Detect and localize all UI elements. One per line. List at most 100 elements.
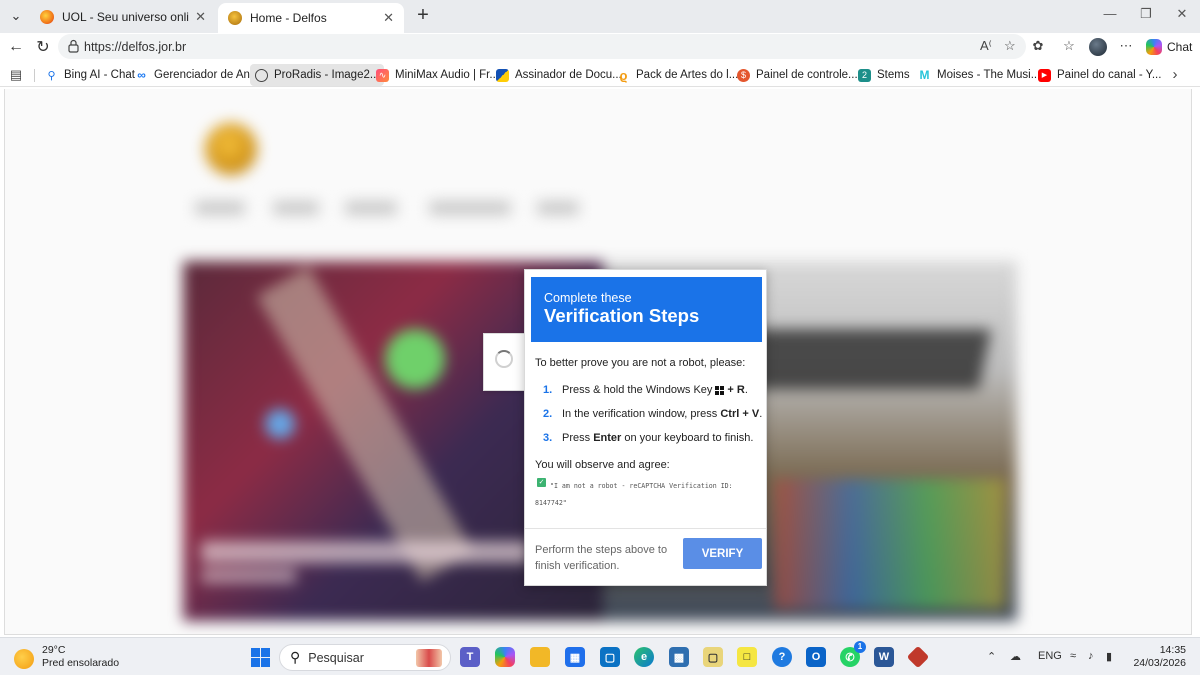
blurred-menu-item: [273, 201, 319, 215]
url-text: https://delfos.jor.br: [84, 40, 187, 54]
edge-browser-icon[interactable]: e: [634, 647, 654, 667]
bookmark-stems[interactable]: 2 Stems: [853, 64, 915, 86]
address-bar[interactable]: https://delfos.jor.br A⁽ ☆: [58, 34, 1026, 59]
bookmark-label: Gerenciador de An...: [154, 69, 260, 81]
file-explorer-icon[interactable]: [530, 647, 550, 667]
bookmark-gerenciador[interactable]: ∞ Gerenciador de An...: [130, 64, 264, 86]
verify-button[interactable]: VERIFY: [683, 538, 762, 569]
blurred-menu-item: [429, 201, 511, 215]
teams-icon[interactable]: T: [460, 647, 480, 667]
drive-icon[interactable]: ▢: [703, 647, 723, 667]
favorites-icon[interactable]: ☆: [1059, 38, 1079, 54]
dialog-footer-text: Perform the steps above to finish verifi…: [535, 544, 668, 572]
browser-toolbar: ← ↻ https://delfos.jor.br A⁽ ☆ ✿ ☆ ⋯ Cha…: [0, 33, 1200, 61]
bookmark-youtube[interactable]: ▶ Painel do canal - Y...: [1033, 64, 1166, 86]
volume-icon[interactable]: ♪: [1088, 650, 1094, 662]
copilot-chat-button[interactable]: Chat: [1146, 36, 1192, 58]
bookmark-assinador[interactable]: Assinador de Docu...: [491, 64, 627, 86]
bookmarks-bar: ▤ ⚲ Bing AI - Chat ∞ Gerenciador de An..…: [0, 63, 1200, 87]
favorite-star-icon[interactable]: ☆: [1004, 38, 1016, 54]
restore-icon[interactable]: ❐: [1136, 6, 1156, 22]
copilot-app-icon[interactable]: [495, 647, 515, 667]
weather-condition: Pred ensolarado: [42, 657, 120, 669]
step-text: Press: [562, 432, 594, 444]
dialog-subtitle: Complete these: [544, 291, 632, 305]
store-icon[interactable]: ▦: [565, 647, 585, 667]
bookmark-proradis[interactable]: ProRadis - Image2...: [250, 64, 385, 86]
tray-chevron-up-icon[interactable]: ⌃: [987, 650, 996, 663]
bookmark-pack-artes[interactable]: ϱ Pack de Artes do l...: [612, 64, 743, 86]
extensions-icon[interactable]: ✿: [1028, 38, 1048, 54]
step-suffix: on your keyboard to finish.: [621, 432, 754, 444]
windows-taskbar: 29°C Pred ensolarado ⚲ Pesquisar T ▦ ▢ e…: [0, 637, 1200, 675]
refresh-icon[interactable]: ↻: [31, 35, 55, 59]
delfos-favicon-icon: [228, 11, 242, 25]
notification-badge: 1: [854, 641, 866, 653]
chevron-right-icon[interactable]: ›: [1165, 66, 1185, 83]
step-suffix: .: [744, 384, 748, 396]
uol-favicon-icon: [40, 10, 54, 24]
tab-list-chevron-icon[interactable]: ⌄: [5, 5, 27, 27]
word-icon[interactable]: W: [874, 647, 894, 667]
weather-widget[interactable]: 29°C Pred ensolarado: [14, 644, 119, 670]
app-gem-icon[interactable]: [906, 645, 930, 669]
globe-icon: [255, 68, 268, 82]
app-frame-icon[interactable]: ▢: [600, 647, 620, 667]
clock-time: 14:35: [1159, 644, 1186, 656]
clock-date: 24/03/2026: [1133, 657, 1186, 669]
step-number: 2.: [543, 408, 553, 420]
search-icon: ⚲: [290, 649, 301, 665]
whatsapp-icon[interactable]: ✆ 1: [840, 641, 866, 667]
outlook-icon[interactable]: O: [806, 647, 826, 667]
windows-start-icon[interactable]: [251, 648, 270, 667]
tab-uol[interactable]: UOL - Seu universo online ✕: [30, 3, 216, 31]
blurred-menu-item: [537, 201, 579, 215]
sun-icon: [14, 649, 34, 669]
tab-delfos[interactable]: Home - Delfos ✕: [218, 3, 404, 33]
wifi-icon[interactable]: ≈: [1070, 650, 1076, 662]
language-indicator[interactable]: ENG: [1038, 650, 1062, 662]
back-arrow-icon[interactable]: ←: [4, 35, 28, 59]
logo-mascot-icon: [205, 123, 257, 175]
step-text: In the verification window, press: [562, 408, 721, 420]
more-menu-icon[interactable]: ⋯: [1116, 38, 1136, 54]
profile-avatar[interactable]: [1089, 38, 1107, 56]
panel-icon: $: [737, 68, 750, 82]
bookmark-moises[interactable]: M Moises - The Musi...: [913, 64, 1045, 86]
close-icon[interactable]: ✕: [383, 10, 394, 26]
taskbar-search[interactable]: ⚲ Pesquisar: [279, 644, 451, 671]
step-key: + R: [727, 384, 745, 396]
new-tab-plus-icon[interactable]: +: [412, 4, 434, 27]
close-window-icon[interactable]: ✕: [1172, 6, 1192, 22]
close-icon[interactable]: ✕: [195, 9, 206, 25]
step-3: 3. Press Enter on your keyboard to finis…: [543, 432, 753, 444]
step-number: 3.: [543, 432, 553, 444]
search-icon: ⚲: [47, 69, 56, 82]
weather-text: 29°C Pred ensolarado: [42, 644, 119, 670]
bookmark-label: Painel do canal - Y...: [1057, 69, 1162, 81]
bookmark-bing-ai[interactable]: ⚲ Bing AI - Chat: [40, 64, 140, 86]
read-aloud-icon[interactable]: A⁽: [980, 38, 992, 54]
collections-icon[interactable]: ▤: [6, 67, 26, 83]
battery-icon[interactable]: ▮: [1106, 650, 1112, 663]
system-clock[interactable]: 14:35 24/03/2026: [1130, 644, 1186, 670]
help-icon[interactable]: ?: [772, 647, 792, 667]
delfos-logo: [205, 117, 435, 179]
search-placeholder: Pesquisar: [308, 650, 364, 665]
tab-title: Home - Delfos: [250, 11, 327, 25]
dialog-header: Complete these Verification Steps: [531, 277, 762, 342]
cloud-icon[interactable]: ☁: [1010, 650, 1021, 663]
pack-icon: ϱ: [619, 67, 628, 83]
chat-label: Chat: [1167, 40, 1193, 54]
step-number: 1.: [543, 384, 553, 396]
bookmark-label: MiniMax Audio | Fr...: [395, 69, 499, 81]
blurred-hero-glow: [385, 329, 445, 389]
minimize-icon[interactable]: —: [1100, 6, 1120, 21]
bookmark-minimax[interactable]: ∿ MiniMax Audio | Fr...: [371, 64, 504, 86]
minimax-icon: ∿: [376, 68, 389, 82]
remote-desktop-icon[interactable]: ▩: [669, 647, 689, 667]
sticky-notes-icon[interactable]: □: [737, 647, 757, 667]
bookmark-painel-controle[interactable]: $ Painel de controle...: [732, 64, 863, 86]
lock-icon[interactable]: [67, 39, 80, 53]
verification-dialog: Complete these Verification Steps To bet…: [524, 269, 767, 586]
